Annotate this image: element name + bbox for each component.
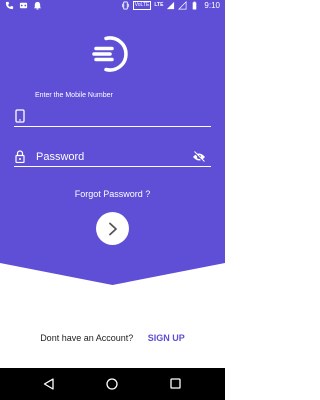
volte-badge: VoLTE: [132, 1, 152, 10]
battery-icon: [193, 1, 197, 10]
app-logo-icon: [92, 36, 128, 72]
signup-button[interactable]: SIGN UP: [148, 333, 185, 343]
status-bar: VoLTE LTE 9:10: [0, 0, 225, 14]
phone-call-icon: [5, 1, 14, 10]
forgot-password-link[interactable]: Forgot Password ?: [0, 189, 225, 199]
signal-icon-2: [178, 1, 187, 10]
login-next-button[interactable]: [96, 212, 129, 245]
vibrate-icon: [121, 1, 129, 10]
signup-prompt: Dont have an Account?: [40, 333, 134, 343]
home-icon[interactable]: [106, 378, 118, 390]
smartphone-icon: [15, 109, 25, 123]
mobile-input[interactable]: [34, 108, 208, 126]
mobile-label: Enter the Mobile Number: [35, 92, 113, 99]
navigation-bar: [0, 368, 225, 400]
notification-icon: [33, 1, 42, 10]
password-field[interactable]: [14, 148, 211, 167]
back-icon[interactable]: [43, 378, 54, 390]
chevron-right-icon: [108, 222, 117, 235]
password-input[interactable]: [34, 148, 188, 166]
recent-apps-icon[interactable]: [170, 378, 181, 389]
signup-row: Dont have an Account? SIGN UP: [0, 333, 225, 343]
media-icon: [19, 2, 28, 9]
mobile-field[interactable]: [14, 107, 211, 127]
signal-icon: [167, 1, 175, 10]
visibility-off-icon[interactable]: [192, 151, 206, 163]
clock: 9:10: [204, 1, 220, 10]
lock-icon: [15, 150, 25, 163]
network-type: LTE: [154, 2, 164, 8]
